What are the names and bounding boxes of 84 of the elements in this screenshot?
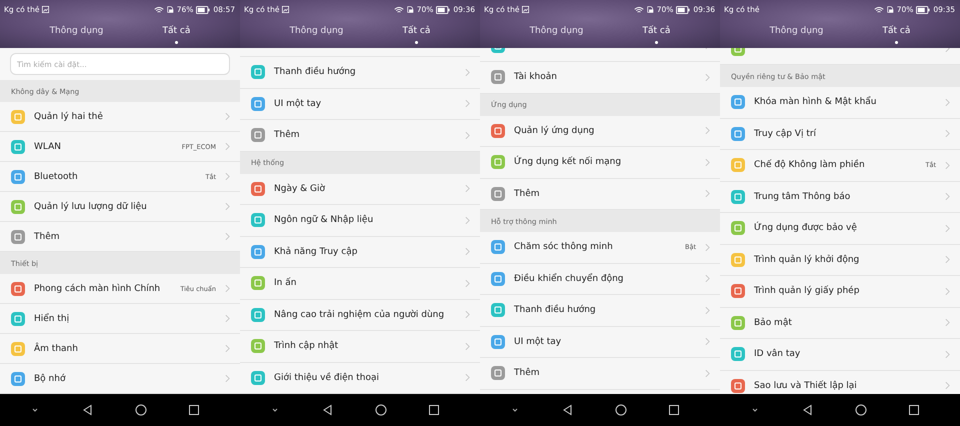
row-label: ID vân tay: [754, 349, 800, 360]
row-label: Nâng cao trải nghiệm của người dùng: [274, 310, 444, 320]
battery-icon: [916, 6, 930, 14]
row-label: Sao lưu và Thiết lập lại: [754, 380, 857, 391]
back-icon[interactable]: [562, 404, 574, 416]
settings-row[interactable]: Nâng cao trải nghiệm của người dùng: [240, 300, 480, 331]
row-label: Khả năng Truy cập: [274, 246, 358, 257]
row-label: Quản lý lưu lượng dữ liệu: [34, 202, 147, 212]
wifi-icon: [874, 6, 884, 14]
row-label: Thêm: [274, 130, 300, 140]
wifi-icon: [394, 6, 404, 14]
settings-row[interactable]: Sao lưu và Thiết lập lại: [720, 370, 960, 394]
row-label: Chăm sóc thông minh: [514, 242, 613, 252]
sim-icon: [886, 6, 894, 13]
settings-row[interactable]: Quản lý ứng dụng: [480, 116, 720, 147]
settings-row[interactable]: Thêm: [480, 178, 720, 210]
row-label: Bảo mật: [754, 318, 792, 328]
settings-row[interactable]: UI một tay: [240, 88, 480, 120]
row-label: Ứng dụng được bảo vệ: [754, 223, 857, 234]
battery-icon: [436, 6, 450, 14]
settings-row[interactable]: Khả năng Truy cập: [240, 236, 480, 268]
row-label: Hiển thị: [34, 314, 70, 324]
sim-icon: [646, 6, 654, 13]
home-icon[interactable]: [134, 404, 146, 416]
sim-icon: [406, 6, 414, 13]
back-icon[interactable]: [802, 404, 814, 416]
settings-row[interactable]: Giới thiệu về điện thoại: [240, 362, 480, 394]
row-label: Quản lý hai thẻ: [34, 112, 103, 122]
tab[interactable]: Tất cả: [398, 16, 434, 48]
recents-icon[interactable]: [668, 404, 680, 416]
row-label: Thanh điều hướng: [514, 305, 596, 316]
row-label: Trình quản lý giấy phép: [754, 286, 860, 296]
settings-row[interactable]: UI một tay: [480, 326, 720, 358]
wifi-icon: [634, 6, 644, 14]
row-label: Ngôn ngữ & Nhập liệu: [274, 215, 374, 226]
back-icon[interactable]: [82, 404, 94, 416]
tab[interactable]: Thông dụng: [46, 16, 108, 48]
row-label: Trình cập nhật: [274, 341, 338, 352]
row-label: Truy cập Vị trí: [754, 128, 816, 139]
settings-row[interactable]: Điều khiển chuyển động: [480, 264, 720, 295]
settings-row[interactable]: Bảo mật: [720, 308, 960, 339]
row-label: Giới thiệu về điện thoại: [274, 372, 379, 383]
row-label: Khóa màn hình & Mật khẩu: [754, 97, 876, 108]
row-label: Phong cách màn hình Chính: [34, 284, 160, 294]
row-label: Thêm: [514, 368, 540, 378]
row-label: Bluetooth: [34, 172, 78, 182]
recents-icon[interactable]: [188, 404, 200, 416]
settings-row[interactable]: Ngày & Giờ: [240, 174, 480, 205]
recents-icon[interactable]: [428, 404, 440, 416]
tab[interactable]: Tất cả: [158, 16, 194, 48]
wifi-icon: [154, 6, 164, 14]
home-icon[interactable]: [854, 404, 866, 416]
battery-icon: [196, 6, 210, 14]
row-label: Điều khiển chuyển động: [514, 274, 624, 284]
back-icon[interactable]: [322, 404, 334, 416]
row-label: UI một tay: [274, 98, 322, 109]
row-label: Tài khoản: [514, 72, 557, 82]
settings-row[interactable]: Trình quản lý khởi động: [720, 244, 960, 276]
row-label: Thêm: [514, 188, 540, 199]
row-label: In ấn: [274, 278, 296, 288]
tab[interactable]: Tất cả: [638, 16, 674, 48]
settings-row[interactable]: Truy cập Vị trí: [720, 118, 960, 150]
row-label: Thanh điều hướng: [274, 67, 356, 78]
row-label: WLAN: [34, 142, 62, 152]
tab[interactable]: Thông dụng: [526, 16, 588, 48]
row-label: Ứng dụng kết nối mạng: [514, 157, 622, 168]
row-label: Thêm: [34, 232, 60, 242]
row-label: Âm thanh: [34, 344, 78, 354]
row-label: Chế độ Không làm phiền: [754, 160, 865, 170]
row-label: Quản lý ứng dụng: [514, 126, 594, 136]
tab[interactable]: Thông dụng: [286, 16, 348, 48]
sim-icon: [166, 6, 174, 13]
row-label: Ngày & Giờ: [274, 184, 326, 194]
row-label: Trình quản lý khởi động: [754, 254, 860, 265]
row-label: Bộ nhớ: [34, 374, 66, 384]
settings-row[interactable]: Trung tâm Thông báo: [720, 182, 960, 213]
tab[interactable]: Tất cả: [878, 16, 914, 48]
recents-icon[interactable]: [908, 404, 920, 416]
home-icon[interactable]: [614, 404, 626, 416]
row-label: UI một tay: [514, 336, 562, 347]
tab[interactable]: Thông dụng: [766, 16, 828, 48]
home-icon[interactable]: [374, 404, 386, 416]
row-label: Trung tâm Thông báo: [754, 192, 850, 202]
battery-icon: [676, 6, 690, 14]
